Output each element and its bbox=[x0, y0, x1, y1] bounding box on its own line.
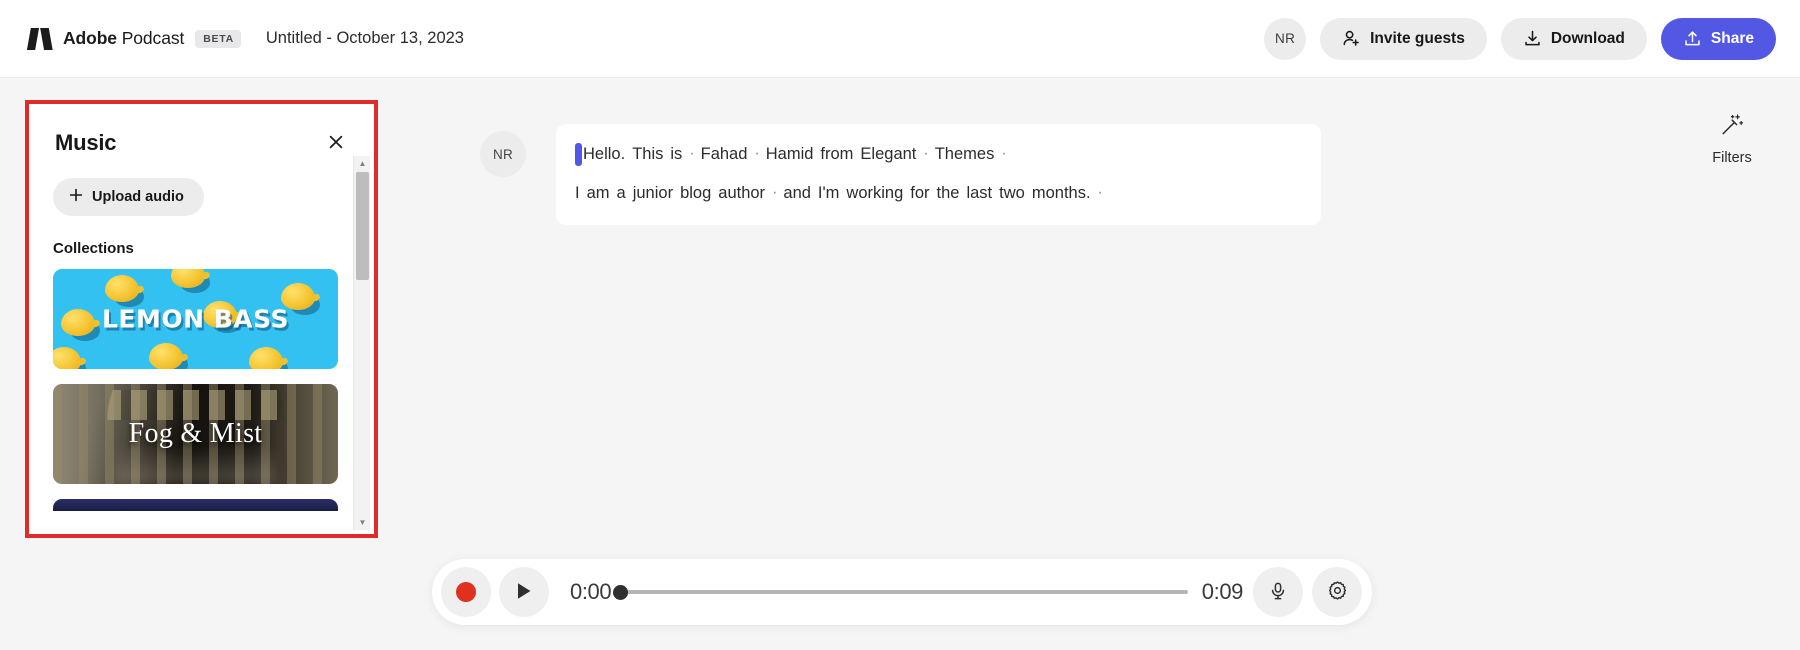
filters-button[interactable]: Filters bbox=[1694, 112, 1770, 166]
current-time: 0:00 bbox=[570, 579, 612, 604]
transcript-word[interactable]: I bbox=[575, 182, 580, 205]
floor-glow-decor bbox=[115, 450, 276, 484]
transcript-word[interactable]: working bbox=[846, 182, 903, 205]
transcript-word[interactable]: author bbox=[718, 182, 765, 205]
music-panel-title: Music bbox=[55, 130, 117, 155]
lemon-decor-icon bbox=[249, 347, 283, 369]
scroll-down-arrow-icon[interactable]: ▼ bbox=[354, 515, 371, 530]
music-panel-header: Music bbox=[29, 104, 374, 156]
collection-item-label: Fog & Mist bbox=[128, 418, 263, 449]
gear-icon bbox=[1327, 580, 1348, 604]
settings-button[interactable] bbox=[1312, 567, 1362, 617]
transcript-word[interactable]: junior bbox=[633, 182, 673, 205]
transcript-line[interactable]: Iam a junior blog author · and I'm working for the… bbox=[575, 182, 1295, 205]
transcript-word[interactable]: blog bbox=[680, 182, 711, 205]
app-root: Adobe Podcast BETA Untitled - October 13… bbox=[0, 0, 1800, 650]
person-add-icon bbox=[1342, 29, 1361, 48]
lemon-decor-icon bbox=[53, 347, 81, 369]
music-panel-highlight: Music Upload audio Collections LEMON BAS… bbox=[25, 100, 378, 538]
invite-guests-label: Invite guests bbox=[1370, 29, 1465, 47]
invite-guests-button[interactable]: Invite guests bbox=[1320, 17, 1487, 60]
transcript-word[interactable]: for bbox=[910, 182, 929, 205]
transcript-word[interactable]: Hello. bbox=[583, 143, 625, 166]
word-separator-dot: · bbox=[1097, 184, 1103, 202]
app-header: Adobe Podcast BETA Untitled - October 13… bbox=[0, 0, 1800, 78]
transcript-word[interactable]: two bbox=[999, 182, 1025, 205]
header-actions: NR Invite guests Download Share bbox=[1264, 17, 1776, 60]
filters-label: Filters bbox=[1712, 150, 1752, 166]
collection-list: LEMON BASS Fog & Mist bbox=[53, 269, 341, 511]
playback-actions bbox=[1253, 567, 1362, 617]
document-title[interactable]: Untitled - October 13, 2023 bbox=[266, 29, 464, 48]
collection-item-partial[interactable] bbox=[53, 499, 338, 511]
playhead-handle[interactable] bbox=[613, 584, 629, 600]
play-button[interactable] bbox=[499, 567, 549, 617]
share-button[interactable]: Share bbox=[1660, 17, 1776, 60]
microphone-button[interactable] bbox=[1253, 567, 1303, 617]
scroll-up-arrow-icon[interactable]: ▲ bbox=[354, 156, 371, 171]
download-label: Download bbox=[1550, 29, 1625, 47]
brand: Adobe Podcast BETA bbox=[26, 27, 241, 51]
transcript-word[interactable]: a bbox=[617, 182, 626, 205]
lemon-decor-icon bbox=[171, 269, 205, 288]
close-icon[interactable] bbox=[324, 130, 348, 154]
adobe-logo-icon bbox=[26, 27, 53, 51]
transcript-word[interactable]: from bbox=[820, 143, 853, 166]
upload-audio-label: Upload audio bbox=[92, 189, 184, 205]
brand-name-bold: Adobe bbox=[63, 28, 117, 48]
play-icon bbox=[515, 581, 533, 604]
user-avatar[interactable]: NR bbox=[1264, 17, 1307, 60]
transcript-line[interactable]: Hello. This is · Fahad · Hamid from Elegant · Them… bbox=[575, 143, 1295, 166]
arches-decor bbox=[53, 390, 338, 420]
speaker-avatar: NR bbox=[480, 131, 526, 177]
lemon-decor-icon bbox=[105, 275, 139, 302]
beta-badge: BETA bbox=[195, 29, 241, 48]
microphone-icon bbox=[1268, 581, 1288, 604]
transcript-word[interactable]: is bbox=[670, 143, 682, 166]
transcript-card[interactable]: Hello. This is · Fahad · Hamid from Elegant · Them… bbox=[556, 124, 1321, 225]
progress-track[interactable] bbox=[613, 582, 1188, 602]
brand-name: Adobe Podcast bbox=[63, 28, 184, 49]
music-panel: Music Upload audio Collections LEMON BAS… bbox=[29, 104, 374, 534]
collection-item-label: LEMON BASS bbox=[101, 304, 290, 334]
scrollbar-thumb[interactable] bbox=[356, 172, 369, 280]
text-caret bbox=[575, 143, 582, 166]
transcript-word[interactable]: months. bbox=[1032, 182, 1091, 205]
playback-bar: 0:00 0:09 bbox=[432, 559, 1372, 625]
total-time: 0:09 bbox=[1201, 579, 1244, 604]
progress-track-line bbox=[623, 590, 1188, 594]
music-panel-scrollbar[interactable]: ▲ ▼ bbox=[353, 156, 370, 530]
word-separator-dot: · bbox=[754, 145, 760, 163]
transcript-word[interactable]: am bbox=[587, 182, 610, 205]
collection-item-lemon-bass[interactable]: LEMON BASS bbox=[53, 269, 338, 369]
lemon-decor-icon bbox=[149, 343, 183, 369]
record-button[interactable] bbox=[441, 567, 491, 617]
transcript-word[interactable]: Themes bbox=[935, 143, 995, 166]
transcript-row: NR Hello. This is · Fahad · Hamid from Elegant · T… bbox=[480, 124, 1321, 225]
share-label: Share bbox=[1710, 29, 1754, 47]
word-separator-dot: · bbox=[772, 184, 778, 202]
magic-wand-icon bbox=[1719, 112, 1745, 143]
brand-name-light: Podcast bbox=[116, 28, 185, 48]
transcript-word[interactable]: This bbox=[632, 143, 663, 166]
transcript-word[interactable]: last bbox=[966, 182, 992, 205]
upload-audio-button[interactable]: Upload audio bbox=[53, 178, 204, 216]
collections-heading: Collections bbox=[53, 240, 134, 257]
share-upload-icon bbox=[1683, 29, 1702, 48]
transcript-word[interactable]: Elegant bbox=[860, 143, 916, 166]
transcript-word[interactable]: Hamid bbox=[766, 143, 814, 166]
transcript-word[interactable]: the bbox=[937, 182, 960, 205]
transcript-word[interactable]: Fahad bbox=[701, 143, 748, 166]
word-separator-dot: · bbox=[1001, 145, 1007, 163]
plus-icon bbox=[69, 188, 83, 206]
transcript-word[interactable]: I'm bbox=[818, 182, 839, 205]
word-separator-dot: · bbox=[923, 145, 929, 163]
download-icon bbox=[1523, 29, 1542, 48]
collection-item-fog-and-mist[interactable]: Fog & Mist bbox=[53, 384, 338, 484]
download-button[interactable]: Download bbox=[1500, 17, 1647, 60]
transcript-word[interactable]: and bbox=[783, 182, 811, 205]
record-icon bbox=[456, 582, 476, 602]
word-separator-dot: · bbox=[689, 145, 695, 163]
